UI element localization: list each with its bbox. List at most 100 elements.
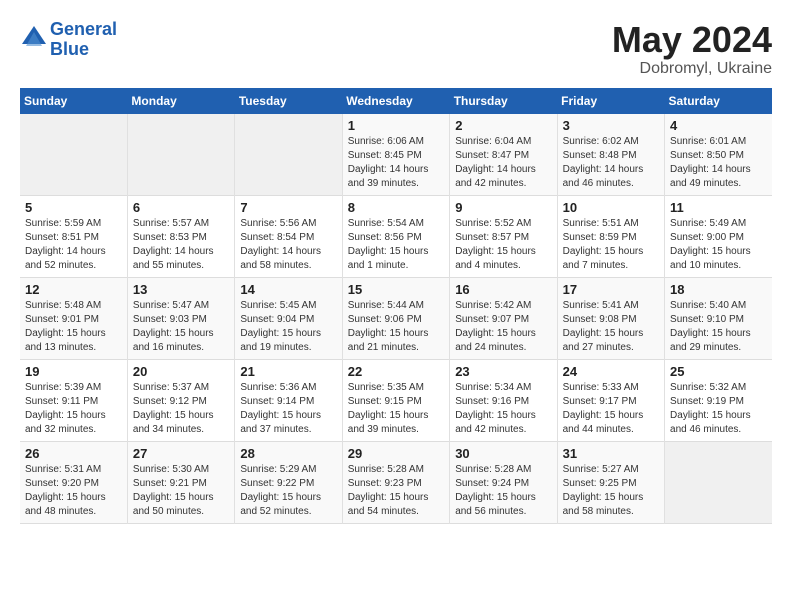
day-info: Sunrise: 5:30 AM Sunset: 9:21 PM Dayligh… bbox=[133, 463, 229, 519]
day-number: 25 bbox=[670, 364, 767, 379]
day-number: 7 bbox=[240, 200, 336, 215]
day-number: 27 bbox=[133, 446, 229, 461]
calendar-cell: 12 Sunrise: 5:48 AM Sunset: 9:01 PM Dayli… bbox=[20, 277, 127, 359]
day-info: Sunrise: 5:56 AM Sunset: 8:54 PM Dayligh… bbox=[240, 217, 336, 273]
day-number: 23 bbox=[455, 364, 551, 379]
calendar-cell: 31Sunrise: 5:27 AM Sunset: 9:25 PM Dayli… bbox=[557, 441, 664, 523]
calendar-cell: 25 Sunrise: 5:32 AM Sunset: 9:19 PM Dayli… bbox=[665, 359, 772, 441]
day-number: 11 bbox=[670, 200, 767, 215]
day-number: 14 bbox=[240, 282, 336, 297]
day-number: 10 bbox=[563, 200, 659, 215]
day-info: Sunrise: 5:52 AM Sunset: 8:57 PM Dayligh… bbox=[455, 217, 551, 273]
calendar-week-3: 12 Sunrise: 5:48 AM Sunset: 9:01 PM Dayli… bbox=[20, 277, 772, 359]
day-info: Sunrise: 5:51 AM Sunset: 8:59 PM Dayligh… bbox=[563, 217, 659, 273]
day-info: Sunrise: 5:49 AM Sunset: 9:00 PM Dayligh… bbox=[670, 217, 767, 273]
day-number: 19 bbox=[25, 364, 122, 379]
weekday-header-wednesday: Wednesday bbox=[342, 88, 449, 114]
calendar-cell bbox=[20, 114, 127, 196]
month-title: May 2024 bbox=[612, 20, 772, 60]
calendar-cell: 3 Sunrise: 6:02 AM Sunset: 8:48 PM Daylig… bbox=[557, 114, 664, 196]
calendar-cell: 19 Sunrise: 5:39 AM Sunset: 9:11 PM Dayli… bbox=[20, 359, 127, 441]
calendar-cell: 17Sunrise: 5:41 AM Sunset: 9:08 PM Dayli… bbox=[557, 277, 664, 359]
day-number: 20 bbox=[133, 364, 229, 379]
calendar-table: SundayMondayTuesdayWednesdayThursdayFrid… bbox=[20, 88, 772, 524]
day-number: 24 bbox=[563, 364, 659, 379]
day-info: Sunrise: 5:32 AM Sunset: 9:19 PM Dayligh… bbox=[670, 381, 767, 437]
logo-general: General bbox=[50, 19, 117, 39]
day-number: 29 bbox=[348, 446, 444, 461]
day-info: Sunrise: 5:36 AM Sunset: 9:14 PM Dayligh… bbox=[240, 381, 336, 437]
weekday-header-sunday: Sunday bbox=[20, 88, 127, 114]
calendar-week-4: 19 Sunrise: 5:39 AM Sunset: 9:11 PM Dayli… bbox=[20, 359, 772, 441]
weekday-header-friday: Friday bbox=[557, 88, 664, 114]
day-number: 31 bbox=[563, 446, 659, 461]
calendar-cell: 22Sunrise: 5:35 AM Sunset: 9:15 PM Dayli… bbox=[342, 359, 449, 441]
day-number: 5 bbox=[25, 200, 122, 215]
day-number: 21 bbox=[240, 364, 336, 379]
day-number: 9 bbox=[455, 200, 551, 215]
day-info: Sunrise: 5:28 AM Sunset: 9:23 PM Dayligh… bbox=[348, 463, 444, 519]
day-number: 8 bbox=[348, 200, 444, 215]
day-number: 26 bbox=[25, 446, 122, 461]
day-number: 6 bbox=[133, 200, 229, 215]
day-info: Sunrise: 5:48 AM Sunset: 9:01 PM Dayligh… bbox=[25, 299, 122, 355]
day-info: Sunrise: 5:33 AM Sunset: 9:17 PM Dayligh… bbox=[563, 381, 659, 437]
calendar-week-2: 5 Sunrise: 5:59 AM Sunset: 8:51 PM Daylig… bbox=[20, 195, 772, 277]
calendar-cell: 2 Sunrise: 6:04 AM Sunset: 8:47 PM Daylig… bbox=[450, 114, 557, 196]
day-info: Sunrise: 6:01 AM Sunset: 8:50 PM Dayligh… bbox=[670, 135, 767, 191]
day-number: 16 bbox=[455, 282, 551, 297]
calendar-cell: 27 Sunrise: 5:30 AM Sunset: 9:21 PM Dayli… bbox=[127, 441, 234, 523]
day-number: 30 bbox=[455, 446, 551, 461]
calendar-cell: 1Sunrise: 6:06 AM Sunset: 8:45 PM Daylig… bbox=[342, 114, 449, 196]
day-info: Sunrise: 5:37 AM Sunset: 9:12 PM Dayligh… bbox=[133, 381, 229, 437]
day-info: Sunrise: 5:44 AM Sunset: 9:06 PM Dayligh… bbox=[348, 299, 444, 355]
calendar-cell: 11 Sunrise: 5:49 AM Sunset: 9:00 PM Dayli… bbox=[665, 195, 772, 277]
day-number: 2 bbox=[455, 118, 551, 133]
calendar-cell: 21 Sunrise: 5:36 AM Sunset: 9:14 PM Dayli… bbox=[235, 359, 342, 441]
calendar-week-1: 1Sunrise: 6:06 AM Sunset: 8:45 PM Daylig… bbox=[20, 114, 772, 196]
day-number: 13 bbox=[133, 282, 229, 297]
page-header: General Blue May 2024 Dobromyl, Ukraine bbox=[20, 20, 772, 78]
day-number: 3 bbox=[563, 118, 659, 133]
day-info: Sunrise: 5:29 AM Sunset: 9:22 PM Dayligh… bbox=[240, 463, 336, 519]
calendar-cell: 29 Sunrise: 5:28 AM Sunset: 9:23 PM Dayli… bbox=[342, 441, 449, 523]
logo: General Blue bbox=[20, 20, 117, 60]
day-number: 4 bbox=[670, 118, 767, 133]
calendar-cell: 9 Sunrise: 5:52 AM Sunset: 8:57 PM Daylig… bbox=[450, 195, 557, 277]
day-info: Sunrise: 6:02 AM Sunset: 8:48 PM Dayligh… bbox=[563, 135, 659, 191]
day-info: Sunrise: 5:39 AM Sunset: 9:11 PM Dayligh… bbox=[25, 381, 122, 437]
day-info: Sunrise: 5:40 AM Sunset: 9:10 PM Dayligh… bbox=[670, 299, 767, 355]
day-number: 1 bbox=[348, 118, 444, 133]
weekday-header-tuesday: Tuesday bbox=[235, 88, 342, 114]
location: Dobromyl, Ukraine bbox=[612, 60, 772, 78]
day-info: Sunrise: 5:34 AM Sunset: 9:16 PM Dayligh… bbox=[455, 381, 551, 437]
calendar-cell: 26Sunrise: 5:31 AM Sunset: 9:20 PM Dayli… bbox=[20, 441, 127, 523]
day-number: 12 bbox=[25, 282, 122, 297]
calendar-cell: 6Sunrise: 5:57 AM Sunset: 8:53 PM Daylig… bbox=[127, 195, 234, 277]
calendar-cell: 4 Sunrise: 6:01 AM Sunset: 8:50 PM Daylig… bbox=[665, 114, 772, 196]
logo-blue: Blue bbox=[50, 39, 89, 59]
title-area: May 2024 Dobromyl, Ukraine bbox=[612, 20, 772, 78]
calendar-cell: 20 Sunrise: 5:37 AM Sunset: 9:12 PM Dayli… bbox=[127, 359, 234, 441]
calendar-cell: 23 Sunrise: 5:34 AM Sunset: 9:16 PM Dayli… bbox=[450, 359, 557, 441]
weekday-header-monday: Monday bbox=[127, 88, 234, 114]
day-info: Sunrise: 5:41 AM Sunset: 9:08 PM Dayligh… bbox=[563, 299, 659, 355]
day-info: Sunrise: 6:04 AM Sunset: 8:47 PM Dayligh… bbox=[455, 135, 551, 191]
day-info: Sunrise: 5:47 AM Sunset: 9:03 PM Dayligh… bbox=[133, 299, 229, 355]
day-info: Sunrise: 5:59 AM Sunset: 8:51 PM Dayligh… bbox=[25, 217, 122, 273]
calendar-cell: 10 Sunrise: 5:51 AM Sunset: 8:59 PM Dayli… bbox=[557, 195, 664, 277]
calendar-cell: 8 Sunrise: 5:54 AM Sunset: 8:56 PM Daylig… bbox=[342, 195, 449, 277]
day-info: Sunrise: 5:45 AM Sunset: 9:04 PM Dayligh… bbox=[240, 299, 336, 355]
calendar-cell: 18 Sunrise: 5:40 AM Sunset: 9:10 PM Dayli… bbox=[665, 277, 772, 359]
day-number: 15 bbox=[348, 282, 444, 297]
calendar-cell bbox=[235, 114, 342, 196]
calendar-week-5: 26Sunrise: 5:31 AM Sunset: 9:20 PM Dayli… bbox=[20, 441, 772, 523]
weekday-header-saturday: Saturday bbox=[665, 88, 772, 114]
calendar-cell: 16Sunrise: 5:42 AM Sunset: 9:07 PM Dayli… bbox=[450, 277, 557, 359]
weekday-header-row: SundayMondayTuesdayWednesdayThursdayFrid… bbox=[20, 88, 772, 114]
calendar-cell: 28Sunrise: 5:29 AM Sunset: 9:22 PM Dayli… bbox=[235, 441, 342, 523]
day-info: Sunrise: 5:54 AM Sunset: 8:56 PM Dayligh… bbox=[348, 217, 444, 273]
weekday-header-thursday: Thursday bbox=[450, 88, 557, 114]
day-number: 18 bbox=[670, 282, 767, 297]
day-info: Sunrise: 5:28 AM Sunset: 9:24 PM Dayligh… bbox=[455, 463, 551, 519]
